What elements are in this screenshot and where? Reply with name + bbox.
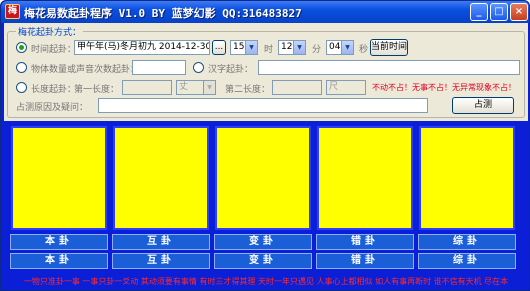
hexagram-name-ben: 本卦 (10, 253, 108, 269)
hexagram-panel-zong (419, 126, 515, 230)
time-method-label: 时间起卦： (31, 45, 77, 55)
quantity-method-radio[interactable] (16, 62, 27, 73)
maximize-button[interactable]: □ (490, 3, 508, 21)
divine-button[interactable]: 占测 (452, 97, 514, 114)
warning-note: 不动不占！无事不占！无异常现象不占！ (372, 83, 516, 92)
close-button[interactable]: × (510, 3, 528, 21)
length-method-radio[interactable] (16, 82, 27, 93)
length-method-label: 长度起卦： (31, 85, 77, 95)
hexagram-label-ben: 本卦 (10, 234, 108, 250)
hexagram-panel-bian (215, 126, 311, 230)
hexagram-panel-ben (11, 126, 107, 230)
second-length-unit-select[interactable]: 尺 (326, 80, 366, 95)
hanzi-method-radio[interactable] (193, 62, 204, 73)
group-title: 梅花起卦方式： (16, 25, 84, 38)
question-field[interactable] (98, 98, 428, 113)
hexagram-label-zong: 综卦 (418, 234, 516, 250)
hour-value: 15 (233, 42, 245, 52)
quantity-field[interactable] (132, 60, 186, 75)
chevron-down-icon: ▼ (245, 41, 257, 54)
chevron-down-icon: ▼ (293, 41, 305, 54)
hanzi-method-label: 汉字起卦： (208, 65, 254, 75)
first-length-unit-select[interactable]: 丈 ▼ (176, 80, 216, 95)
minute-value: 12 (281, 42, 293, 52)
hexagram-label-bian: 变卦 (214, 234, 312, 250)
second-length-field[interactable] (272, 80, 322, 95)
hexagram-name-zong: 综卦 (418, 253, 516, 269)
quantity-method-label: 物体数量或声音次数起卦： (31, 65, 140, 75)
hour-unit: 时 (264, 45, 274, 55)
input-panel: 梅花起卦方式： 时间起卦： 甲午年(马)冬月初九 2014-12-30 ... … (4, 23, 528, 121)
current-time-button[interactable]: 当前时间 (370, 39, 408, 56)
chevron-down-icon: ▼ (203, 81, 215, 94)
hexagram-panel-cuo (317, 126, 413, 230)
minute-select[interactable]: 12 ▼ (278, 40, 306, 55)
date-picker-button[interactable]: ... (212, 40, 226, 55)
chevron-down-icon: ▼ (341, 41, 353, 54)
app-icon: 梅 (5, 4, 20, 19)
first-length-label: 第一长度： (74, 85, 120, 95)
second-length-unit-value: 尺 (329, 82, 339, 92)
first-length-field[interactable] (122, 80, 172, 95)
time-method-radio[interactable] (16, 42, 27, 53)
footer-verse: 一物只准卦一事 一事只卦一爻动 其动须要有事情 有时三才得其理 天时一年只遇见 … (23, 277, 509, 286)
second-length-label: 第二长度： (225, 85, 271, 95)
first-length-unit-value: 丈 (179, 82, 189, 92)
lunar-date-field[interactable]: 甲午年(马)冬月初九 2014-12-30 (74, 40, 210, 55)
question-label: 占测原因及疑问： (16, 103, 89, 113)
hexagram-label-hu: 互卦 (112, 234, 210, 250)
method-group: 梅花起卦方式： 时间起卦： 甲午年(马)冬月初九 2014-12-30 ... … (7, 25, 525, 118)
window-title: 梅花易数起卦程序 V1.0 BY 蓝梦幻影 QQ:316483827 (24, 7, 302, 20)
hour-select[interactable]: 15 ▼ (230, 40, 258, 55)
hanzi-field[interactable] (258, 60, 520, 75)
hexagram-name-cuo: 错卦 (316, 253, 414, 269)
second-value: 04 (329, 42, 341, 52)
hexagram-panel-hu (113, 126, 209, 230)
hexagram-name-bian: 变卦 (214, 253, 312, 269)
minute-unit: 分 (312, 45, 322, 55)
title-bar[interactable]: 梅 梅花易数起卦程序 V1.0 BY 蓝梦幻影 QQ:316483827 _ □… (1, 1, 529, 23)
second-select[interactable]: 04 ▼ (326, 40, 354, 55)
second-unit: 秒 (359, 45, 369, 55)
main-window: 梅 梅花易数起卦程序 V1.0 BY 蓝梦幻影 QQ:316483827 _ □… (0, 0, 530, 291)
hexagram-name-hu: 互卦 (112, 253, 210, 269)
minimize-button[interactable]: _ (470, 3, 488, 21)
hexagram-label-cuo: 错卦 (316, 234, 414, 250)
